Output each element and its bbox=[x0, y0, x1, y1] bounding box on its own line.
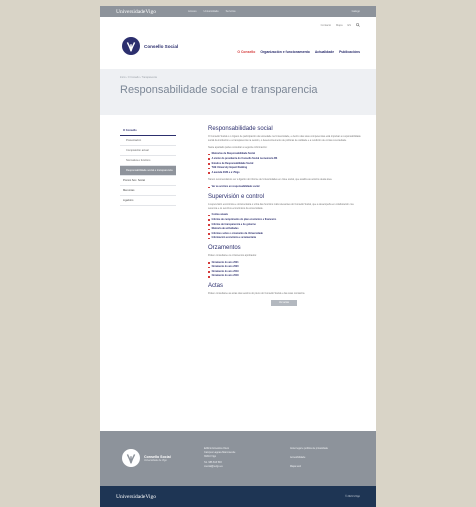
top-link[interactable]: Universidade bbox=[204, 10, 219, 13]
nav-item-o-consello[interactable]: O Consello bbox=[237, 50, 255, 54]
link-list: Orzamento do ano 2021 Orzamento do ano 2… bbox=[208, 261, 363, 279]
utility-links: Contacto Mapa ES bbox=[321, 23, 360, 28]
breadcrumb[interactable]: Inicio › O Consello › Transparencia bbox=[120, 76, 356, 79]
list-link[interactable]: Orzamento do ano 2018 bbox=[208, 274, 363, 279]
utility-link[interactable]: Contacto bbox=[321, 24, 331, 27]
page-title: Responsabilidade social e transparencia bbox=[120, 84, 318, 96]
list-link[interactable]: Ver as accións en responsabilidade socia… bbox=[208, 185, 363, 190]
university-logo[interactable]: UniversidadeVigo bbox=[116, 494, 156, 500]
sidebar-item-composicion[interactable]: Composición actual bbox=[120, 146, 176, 156]
top-links: Acceso Universidade Servizos bbox=[188, 10, 236, 13]
footer-logo-subtitle: Universidade de Vigo bbox=[144, 458, 167, 462]
list-link[interactable]: A axenda 2030 e a UVigo bbox=[208, 171, 363, 176]
main-nav: O Consello Organización e funcionamento … bbox=[237, 50, 360, 54]
top-link[interactable]: Servizos bbox=[226, 10, 236, 13]
paragraph: Neste apartado podes consultar a seguint… bbox=[208, 145, 268, 149]
sidebar-nav: O Consello Presentación Composición actu… bbox=[120, 126, 176, 206]
language-selector[interactable]: Galego bbox=[352, 10, 360, 13]
sidebar-item-normativa[interactable]: Normativa e funcións bbox=[120, 156, 176, 166]
footer-link[interactable]: Accesibilidade bbox=[290, 456, 328, 460]
section-title-responsabilidade: Responsabilidade social bbox=[208, 126, 273, 132]
footer-link[interactable]: Aviso legal e política de privacidade bbox=[290, 447, 328, 451]
sidebar-item-responsabilidade[interactable]: Responsabilidade social e transparencia bbox=[120, 166, 176, 176]
sidebar-item-premio[interactable]: Premio Soc. Social bbox=[120, 176, 176, 186]
search-icon[interactable] bbox=[356, 23, 360, 28]
copyright: © 2021 UVigo bbox=[345, 495, 360, 498]
footer-logo-text: Consello Social bbox=[144, 454, 171, 459]
top-link[interactable]: Acceso bbox=[188, 10, 197, 13]
paragraph: Tamén recomendamos ver a ligazón do info… bbox=[208, 178, 333, 182]
nav-item-organizacion[interactable]: Organización e funcionamento bbox=[260, 50, 310, 54]
nav-item-actualidade[interactable]: Actualidade bbox=[315, 50, 334, 54]
sidebar-item-presentacion[interactable]: Presentación bbox=[120, 136, 176, 146]
sidebar-item-ligazons[interactable]: Ligazóns bbox=[120, 196, 176, 206]
consello-emblem-icon bbox=[122, 449, 140, 467]
logo-text: Consello Social bbox=[144, 43, 179, 49]
section-title-orzamentos: Orzamentos bbox=[208, 244, 241, 251]
consello-logo[interactable]: Consello Social bbox=[122, 37, 178, 55]
footer-address: Edificio Ernestina Otero Campus Lagoas-M… bbox=[204, 447, 235, 469]
university-logo[interactable]: UniversidadeVigo bbox=[116, 9, 156, 15]
utility-link[interactable]: ES bbox=[348, 24, 351, 27]
footer-logo[interactable]: Consello Social Universidade de Vigo bbox=[122, 449, 171, 467]
site-footer: Consello Social Universidade de Vigo Edi… bbox=[100, 431, 376, 486]
utility-link[interactable]: Mapa bbox=[336, 24, 343, 27]
paragraph: O Consello Social é o órgano de particip… bbox=[208, 135, 361, 142]
bottom-bar: UniversidadeVigo © 2021 UVigo bbox=[100, 486, 376, 507]
nav-item-publicacions[interactable]: Publicacións bbox=[339, 50, 360, 54]
page: UniversidadeVigo Acceso Universidade Ser… bbox=[100, 6, 376, 507]
sidebar-item-memorias[interactable]: Memorias bbox=[120, 186, 176, 196]
paragraph: A supervisión económica e orzamentaria é… bbox=[208, 202, 354, 210]
paragraph: Poden consultarse as actas das sesións d… bbox=[208, 292, 306, 296]
contact-email[interactable]: csocial@uvigo.es bbox=[204, 465, 235, 469]
list-link[interactable]: Información económica e orzamentaria bbox=[208, 236, 363, 241]
top-bar: UniversidadeVigo Acceso Universidade Ser… bbox=[100, 6, 376, 17]
consello-emblem-icon bbox=[122, 37, 140, 55]
page-banner: Inicio › O Consello › Transparencia Resp… bbox=[100, 69, 376, 115]
site-header: Contacto Mapa ES Consello Social O Conse… bbox=[100, 17, 376, 69]
actas-button[interactable]: Ver actas bbox=[271, 299, 297, 306]
main-content: Responsabilidade social O Consello Socia… bbox=[208, 126, 363, 306]
footer-links: Aviso legal e política de privacidade Ac… bbox=[290, 447, 328, 468]
link-list: Contas anuais Informe de cumprimento do … bbox=[208, 213, 363, 241]
paragraph: Poden consultarse os orzamentos aprobado… bbox=[208, 253, 257, 257]
sidebar-item-o-consello[interactable]: O Consello bbox=[120, 126, 176, 136]
link-list: Memorias de Responsabilidade Social A vi… bbox=[208, 152, 363, 175]
section-title-supervision: Supervisión e control bbox=[208, 193, 265, 200]
section-title-actas: Actas bbox=[208, 283, 224, 290]
footer-link[interactable]: Mapa web bbox=[290, 465, 328, 469]
link-list: Ver as accións en responsabilidade socia… bbox=[208, 185, 363, 190]
address-line: 36310 Vigo bbox=[204, 454, 217, 458]
